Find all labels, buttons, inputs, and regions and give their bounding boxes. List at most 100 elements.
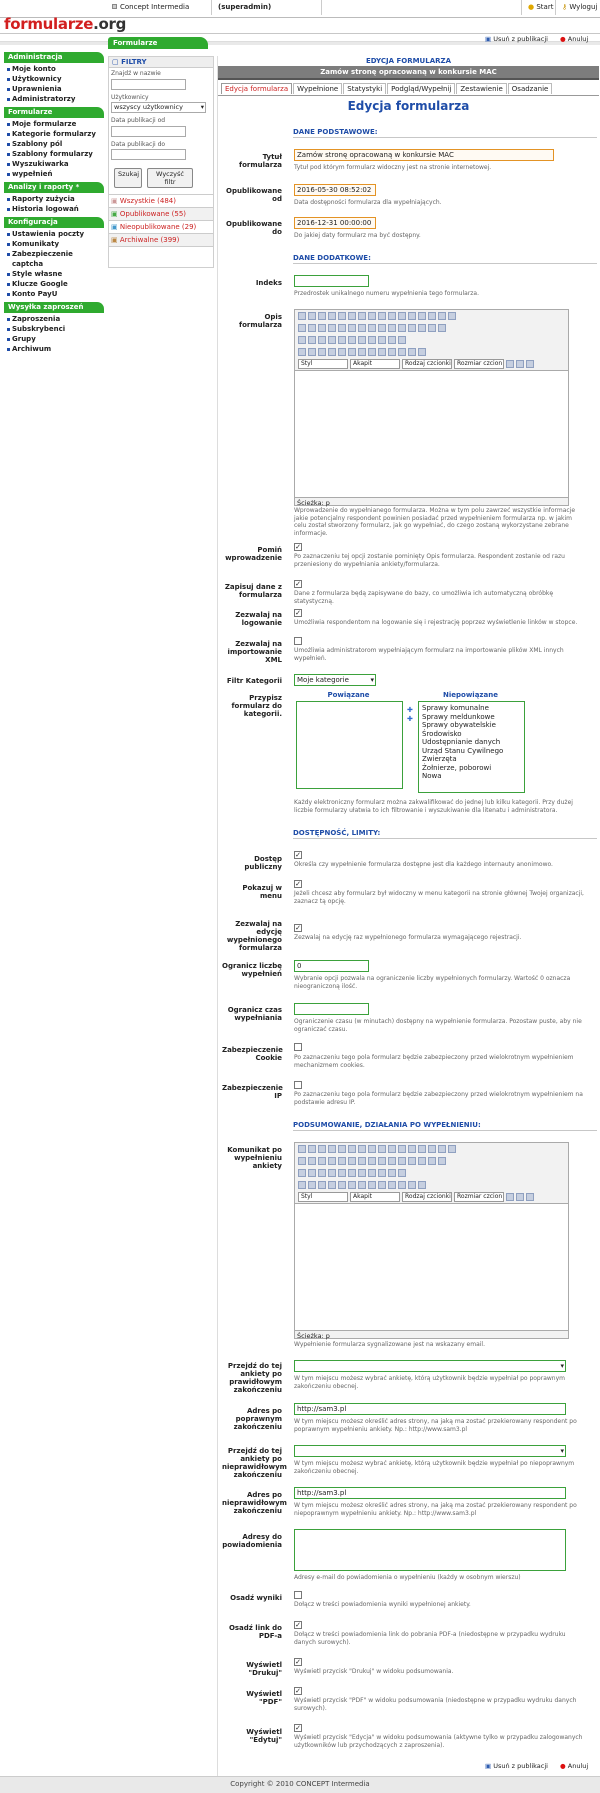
search-button[interactable]: Szukaj	[114, 168, 142, 188]
list-item[interactable]: Żołnierze, poborowi	[422, 764, 521, 773]
sidebar-item-cont[interactable]: wypełnień	[4, 169, 104, 179]
spellcheck-icon[interactable]	[506, 360, 514, 368]
print-icon[interactable]	[298, 348, 306, 356]
list-item[interactable]: Zwierzęta	[422, 755, 521, 764]
ip-checkbox[interactable]	[294, 1081, 302, 1089]
remove-format-icon[interactable]	[358, 1169, 366, 1177]
undo-icon[interactable]	[418, 324, 426, 332]
sidebar-item[interactable]: Szablony formularzy	[4, 149, 104, 159]
tab-preview[interactable]: Podgląd/Wypełnij	[387, 83, 456, 94]
blockquote-icon[interactable]	[408, 1157, 416, 1165]
sidebar-item[interactable]: Ustawienia poczty	[4, 229, 104, 239]
number-list-icon[interactable]	[378, 1157, 386, 1165]
index-input[interactable]	[294, 275, 369, 287]
allow-xml-checkbox[interactable]	[294, 637, 302, 645]
nbsp-icon[interactable]	[388, 348, 396, 356]
sidebar-item[interactable]: Zaproszenia	[4, 314, 104, 324]
sidebar-item[interactable]: Uprawnienia	[4, 84, 104, 94]
italic-icon[interactable]	[318, 1145, 326, 1153]
bg-color-icon[interactable]	[448, 312, 456, 320]
html-icon[interactable]	[526, 360, 534, 368]
delete-icon[interactable]	[368, 348, 376, 356]
name-filter-input[interactable]	[111, 78, 186, 90]
template-icon[interactable]	[408, 348, 416, 356]
strike-icon[interactable]	[338, 1145, 346, 1153]
layer-icon[interactable]	[318, 1181, 326, 1189]
source-icon[interactable]	[298, 312, 306, 320]
go-ok-select[interactable]: ▾	[294, 1360, 566, 1372]
help-question-icon[interactable]	[516, 360, 524, 368]
replace-icon[interactable]	[358, 1157, 366, 1165]
sidebar-item[interactable]: Konto PayU	[4, 289, 104, 299]
editor-font-select[interactable]: Rodzaj czcionki	[402, 1192, 452, 1202]
list-item[interactable]: Sprawy komunalne	[422, 704, 521, 713]
allow-edit-checkbox[interactable]: ✓	[294, 924, 302, 932]
status-unpublished[interactable]: ▣ Nieopublikowane (29)	[109, 220, 213, 233]
title-input[interactable]: Zamów stronę opracowaną w konkursie MAC	[294, 149, 554, 161]
fullscreen-icon[interactable]	[308, 348, 316, 356]
sidebar-item[interactable]: Subskrybenci	[4, 324, 104, 334]
redo-icon[interactable]	[428, 324, 436, 332]
indent-icon[interactable]	[398, 324, 406, 332]
text-color-icon[interactable]	[438, 312, 446, 320]
cite-icon[interactable]	[348, 1181, 356, 1189]
list-item[interactable]: Nowa	[422, 772, 521, 781]
logout-link[interactable]: ⚷ Wyloguj	[556, 0, 600, 15]
strike-icon[interactable]	[338, 312, 346, 320]
list-item[interactable]: Środowisko	[422, 730, 521, 739]
paste-word-icon[interactable]	[338, 324, 346, 332]
bold-icon[interactable]	[308, 1145, 316, 1153]
tab-summary[interactable]: Zestawienie	[456, 83, 507, 94]
copy-icon[interactable]	[308, 1157, 316, 1165]
indent-icon[interactable]	[398, 1157, 406, 1165]
justify-icon[interactable]	[378, 1145, 386, 1153]
save-data-checkbox[interactable]: ✓	[294, 580, 302, 588]
list-item[interactable]: Udostępnianie danych	[422, 738, 521, 747]
cite-icon[interactable]	[348, 348, 356, 356]
tab-edit[interactable]: Edycja formularza	[221, 83, 293, 94]
align-right-icon[interactable]	[368, 1145, 376, 1153]
outdent-icon[interactable]	[388, 324, 396, 332]
time-limit-input[interactable]	[294, 1003, 369, 1015]
hr-icon[interactable]	[348, 1169, 356, 1177]
align-right-icon[interactable]	[368, 312, 376, 320]
attribs-icon[interactable]	[378, 1181, 386, 1189]
merge-icon[interactable]	[328, 336, 336, 344]
sidebar-item[interactable]: Kategorie formularzy	[4, 129, 104, 139]
special-char-icon[interactable]	[398, 1169, 406, 1177]
anchor-icon[interactable]	[408, 1145, 416, 1153]
show-menu-checkbox[interactable]: ✓	[294, 880, 302, 888]
status-published[interactable]: ▣ Opublikowane (55)	[109, 207, 213, 220]
table-icon[interactable]	[428, 1145, 436, 1153]
text-color-icon[interactable]	[438, 1145, 446, 1153]
addr-bad-input[interactable]: http://sam3.pl	[294, 1487, 566, 1499]
paste-text-icon[interactable]	[328, 324, 336, 332]
sidebar-item[interactable]: Klucze Google	[4, 279, 104, 289]
list-item[interactable]: Sprawy obywatelskie	[422, 721, 521, 730]
style-icon[interactable]	[328, 1181, 336, 1189]
attribs-icon[interactable]	[378, 348, 386, 356]
pub-from-input[interactable]: 2016-05-30 08:52:02	[294, 184, 376, 196]
sidebar-item[interactable]: Użytkownicy	[4, 74, 104, 84]
sidebar-item[interactable]: Szablony pól	[4, 139, 104, 149]
nbsp-icon[interactable]	[388, 1181, 396, 1189]
sidebar-item[interactable]: Grupy	[4, 334, 104, 344]
users-filter-select[interactable]: wszyscy użytkownicy ▾	[111, 102, 206, 113]
paste-icon[interactable]	[318, 1157, 326, 1165]
italic-icon[interactable]	[318, 312, 326, 320]
abbr-icon[interactable]	[338, 1181, 346, 1189]
bullet-list-icon[interactable]	[368, 324, 376, 332]
edit-css-icon[interactable]	[298, 336, 306, 344]
list-item[interactable]: Sprawy meldunkowe	[422, 713, 521, 722]
redo-icon[interactable]	[428, 1157, 436, 1165]
superscript-icon[interactable]	[388, 336, 396, 344]
allow-login-checkbox[interactable]: ✓	[294, 609, 302, 617]
go-bad-select[interactable]: ▾	[294, 1445, 566, 1457]
image-icon[interactable]	[418, 312, 426, 320]
layer-icon[interactable]	[318, 348, 326, 356]
attach-results-checkbox[interactable]	[294, 1591, 302, 1599]
help-icon[interactable]	[438, 1157, 446, 1165]
hr-icon[interactable]	[348, 336, 356, 344]
skip-intro-checkbox[interactable]: ✓	[294, 543, 302, 551]
tab-filled[interactable]: Wypełnione	[293, 83, 343, 94]
